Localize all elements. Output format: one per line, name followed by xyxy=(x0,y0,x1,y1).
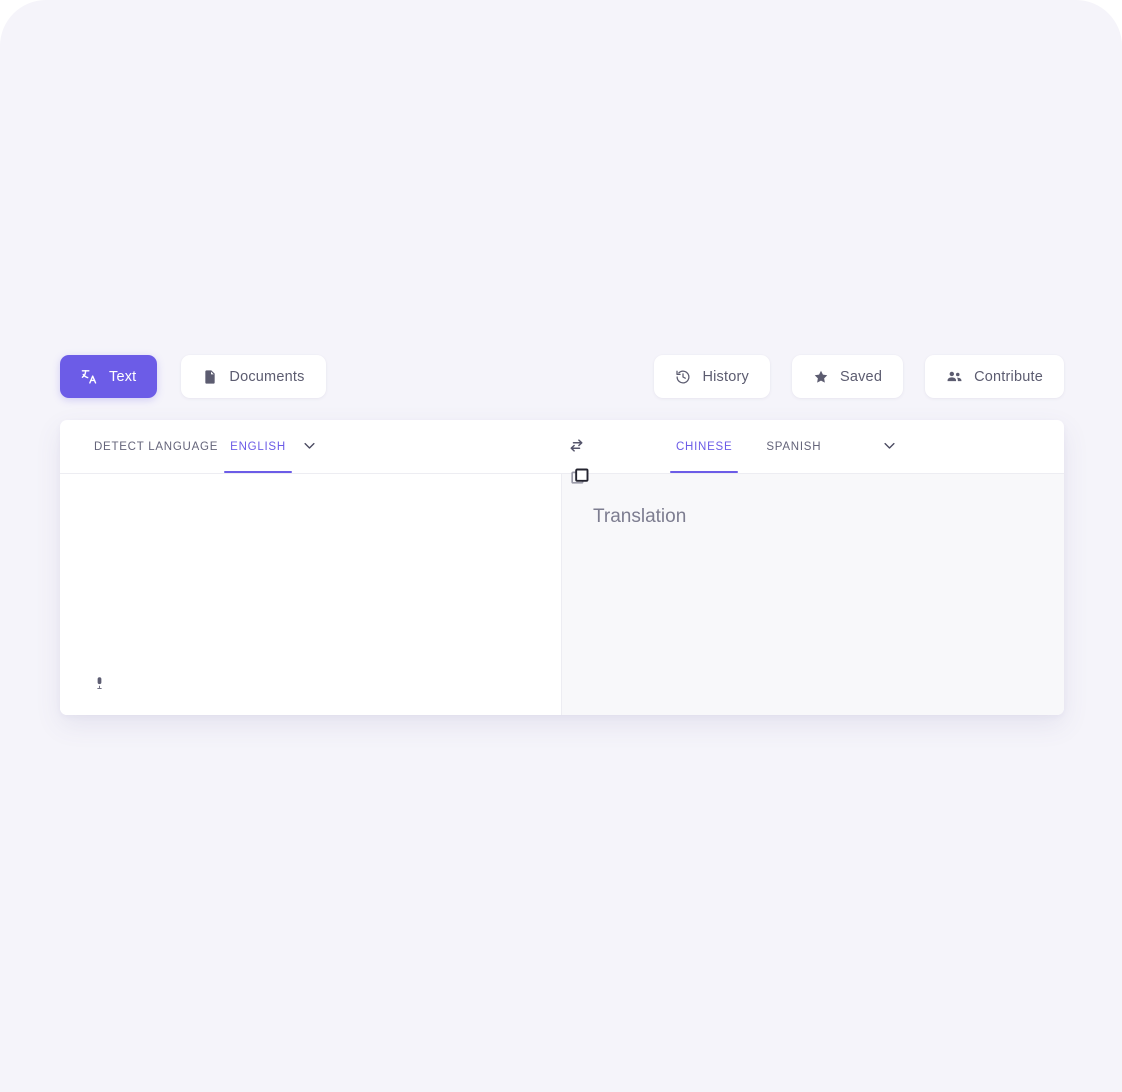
toolbar-left-group: Text Documents xyxy=(60,355,326,398)
contribute-button[interactable]: Contribute xyxy=(925,355,1064,398)
source-tab-english[interactable]: ENGLISH xyxy=(224,420,292,473)
history-button[interactable]: History xyxy=(654,355,770,398)
translator-panes: Translation xyxy=(60,468,1064,715)
target-language-dropdown[interactable] xyxy=(872,420,907,473)
toolbar-right-group: History Saved Contribute xyxy=(654,355,1064,398)
target-tab-spanish[interactable]: SPANISH xyxy=(760,420,827,473)
target-tab-chinese-label: CHINESE xyxy=(676,440,733,453)
document-icon xyxy=(202,369,218,385)
people-icon xyxy=(946,368,963,385)
app-page: Text Documents History Saved Contribute … xyxy=(0,0,1122,1092)
source-pane-footer xyxy=(60,655,561,715)
copy-icon xyxy=(570,467,590,490)
source-language-tabs: DETECT LANGUAGE ENGLISH xyxy=(60,420,562,473)
translator-card: DETECT LANGUAGE ENGLISH CHINESE SPANISH … xyxy=(60,420,1064,715)
source-tab-english-label: ENGLISH xyxy=(230,440,286,453)
saved-label: Saved xyxy=(839,368,883,385)
copy-translation-button[interactable] xyxy=(564,461,596,496)
target-pane: Translation xyxy=(562,468,1064,715)
target-language-tabs: CHINESE SPANISH xyxy=(562,420,1064,473)
tab-documents-label: Documents xyxy=(229,368,305,385)
contribute-label: Contribute xyxy=(974,368,1043,385)
microphone-icon xyxy=(92,676,107,694)
translate-icon xyxy=(81,368,98,385)
tab-text[interactable]: Text xyxy=(60,355,158,398)
source-pane xyxy=(60,474,562,715)
star-icon xyxy=(813,369,829,385)
language-bar: DETECT LANGUAGE ENGLISH CHINESE SPANISH xyxy=(60,420,1064,474)
source-tab-detect-language[interactable]: DETECT LANGUAGE xyxy=(88,420,224,473)
translation-placeholder: Translation xyxy=(593,506,687,527)
chevron-down-icon xyxy=(302,438,317,456)
source-text-input[interactable] xyxy=(60,474,561,655)
microphone-button[interactable] xyxy=(88,672,111,698)
tab-documents[interactable]: Documents xyxy=(181,355,326,398)
source-language-dropdown[interactable] xyxy=(292,420,327,473)
history-icon xyxy=(675,369,691,385)
target-tab-chinese[interactable]: CHINESE xyxy=(670,420,739,473)
history-label: History xyxy=(702,368,749,385)
toolbar: Text Documents History Saved Contribute xyxy=(60,355,1064,398)
chevron-down-icon xyxy=(882,438,897,456)
saved-button[interactable]: Saved xyxy=(791,355,904,398)
target-tab-spanish-label: SPANISH xyxy=(766,440,822,453)
tab-text-label: Text xyxy=(109,368,137,385)
source-tab-detect-label: DETECT LANGUAGE xyxy=(94,440,219,453)
